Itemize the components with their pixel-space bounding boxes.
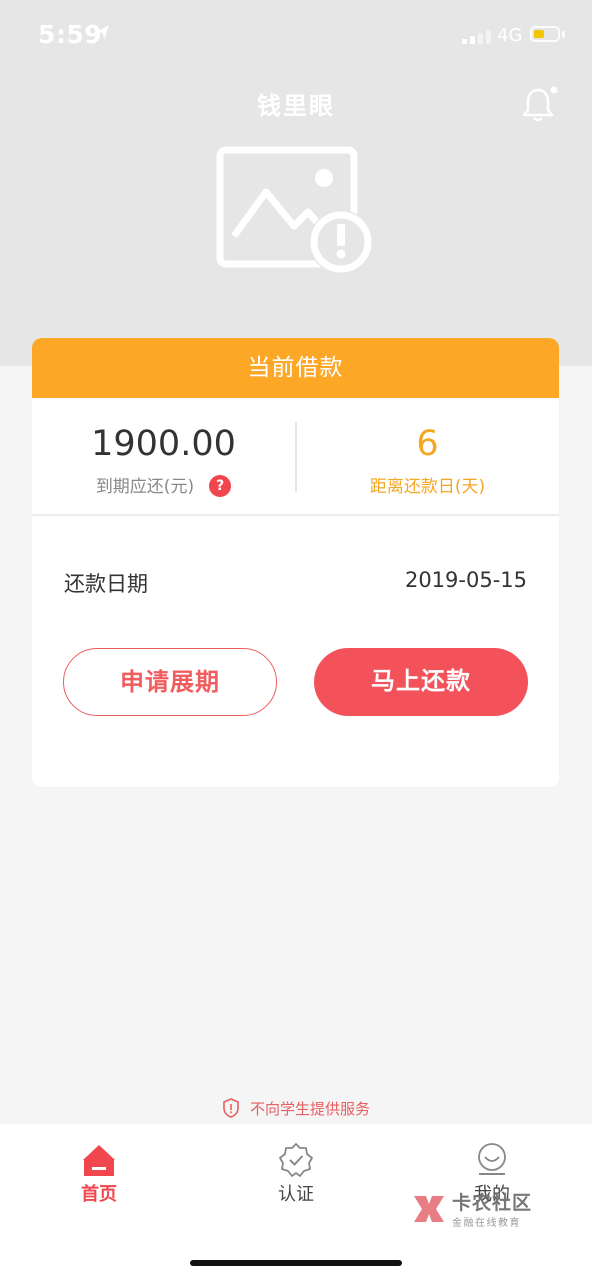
days-until-due: 6 距离还款日(天) <box>296 398 559 497</box>
notice-text: 不向学生提供服务 <box>249 1100 370 1118</box>
verified-badge-icon <box>279 1143 313 1177</box>
tab-home-label: 首页 <box>81 1184 117 1205</box>
profile-icon <box>478 1143 506 1175</box>
tab-verification[interactable]: 认证 <box>231 1142 361 1206</box>
days-label: 距离还款日(天) <box>369 477 486 497</box>
signal-icon <box>462 30 491 44</box>
apply-extension-button[interactable]: 申请展期 <box>63 648 277 716</box>
card-title: 当前借款 <box>32 338 559 398</box>
location-arrow-icon <box>97 25 109 40</box>
repay-now-button[interactable]: 马上还款 <box>314 648 528 716</box>
network-type: 4G <box>497 25 523 46</box>
watermark-title: 卡农社区 <box>452 1192 533 1214</box>
repay-date-label: 还款日期 <box>64 572 148 596</box>
home-icon <box>83 1145 115 1176</box>
battery-cap <box>562 31 565 38</box>
header-area: 5:59 4G 钱里眼 <box>0 0 592 366</box>
tab-home[interactable]: 首页 <box>34 1142 164 1206</box>
current-loan-card: 当前借款 1900.00 到期应还(元) ? 6 距离还款日(天) 还款日期 2… <box>32 338 559 787</box>
status-bar: 5:59 4G <box>0 0 592 70</box>
battery-level <box>534 30 544 38</box>
help-icon[interactable]: ? <box>209 475 232 497</box>
amount-label: 到期应还(元) <box>95 477 195 497</box>
repay-date-row: 还款日期 2019-05-15 <box>32 568 559 598</box>
watermark-subtitle: 金融在线教育 <box>452 1218 521 1229</box>
amount-value: 1900.00 <box>91 424 236 464</box>
bell-icon[interactable] <box>520 84 560 124</box>
watermark-logo <box>414 1196 444 1222</box>
home-indicator <box>190 1260 402 1266</box>
status-time: 5:59 <box>38 20 103 49</box>
repay-date-value: 2019-05-15 <box>404 568 527 592</box>
image-placeholder-icon <box>216 146 373 274</box>
loan-stats: 1900.00 到期应还(元) ? 6 距离还款日(天) <box>32 398 559 516</box>
watermark: 卡农社区 金融在线教育 <box>410 1188 540 1232</box>
amount-due: 1900.00 到期应还(元) ? <box>32 398 295 497</box>
tab-verification-label: 认证 <box>278 1184 314 1205</box>
battery-icon <box>530 26 560 42</box>
shield-icon <box>223 1098 239 1118</box>
days-value: 6 <box>416 424 439 464</box>
student-notice: 不向学生提供服务 <box>0 1098 592 1119</box>
app-title: 钱里眼 <box>257 92 335 120</box>
